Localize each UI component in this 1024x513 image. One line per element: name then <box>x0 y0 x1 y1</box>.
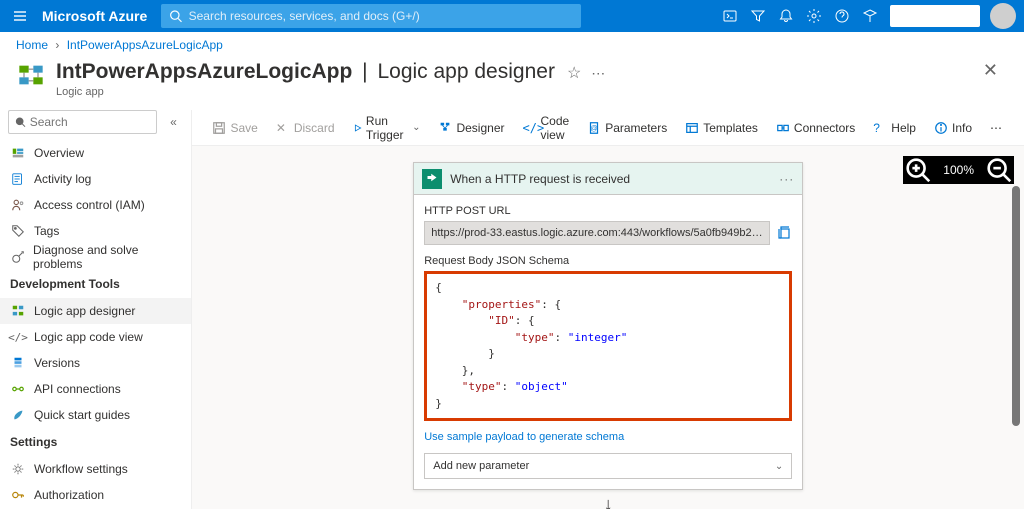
favorite-star-icon[interactable]: ☆ <box>567 63 581 83</box>
directory-field[interactable] <box>890 5 980 27</box>
directory-filter-icon[interactable] <box>744 0 772 32</box>
zoom-out-button[interactable] <box>984 156 1014 184</box>
trigger-node[interactable]: When a HTTP request is received ··· HTTP… <box>413 162 803 490</box>
sidebar-search-input[interactable] <box>30 115 151 129</box>
sidebar-section-settings: Settings <box>0 428 191 456</box>
flow-arrow-icon: ↓ <box>413 490 803 509</box>
copy-url-button[interactable] <box>776 224 792 243</box>
sidebar-item-tags[interactable]: Tags <box>0 218 191 244</box>
page-subtitle: Logic app designer <box>377 60 554 84</box>
info-button[interactable]: Info <box>926 110 980 146</box>
parameters-button[interactable]: @Parameters <box>579 110 675 146</box>
sidebar-item-api-connections[interactable]: API connections <box>0 376 191 402</box>
resource-type: Logic app <box>56 86 606 98</box>
sidebar-item-designer[interactable]: Logic app designer <box>0 298 191 324</box>
user-avatar[interactable] <box>990 3 1016 29</box>
url-label: HTTP POST URL <box>424 205 792 217</box>
sidebar-item-authorization[interactable]: Authorization <box>0 482 191 508</box>
search-icon <box>169 9 182 23</box>
global-search-input[interactable] <box>189 9 574 23</box>
zoom-control: 100% <box>903 156 1014 184</box>
http-post-url: https://prod-33.eastus.logic.azure.com:4… <box>424 221 770 245</box>
global-search[interactable] <box>161 4 581 28</box>
breadcrumb-current[interactable]: IntPowerAppsAzureLogicApp <box>67 38 223 52</box>
node-title: When a HTTP request is received <box>450 172 779 186</box>
zoom-value: 100% <box>933 163 984 177</box>
toolbar-more-icon[interactable]: ⋯ <box>982 110 1012 146</box>
breadcrumb-home[interactable]: Home <box>16 38 48 52</box>
sidebar-item-overview[interactable]: Overview <box>0 140 191 166</box>
page-title: IntPowerAppsAzureLogicApp <box>56 60 352 84</box>
brand-label: Microsoft Azure <box>36 8 161 24</box>
save-button[interactable]: Save <box>204 110 265 146</box>
collapse-sidebar-icon[interactable]: « <box>163 115 183 129</box>
chevron-down-icon: ⌄ <box>412 122 420 133</box>
notifications-icon[interactable] <box>772 0 800 32</box>
sidebar-item-access-control[interactable]: Access control (IAM) <box>0 192 191 218</box>
connectors-button[interactable]: Connectors <box>768 110 863 146</box>
designer-button[interactable]: Designer <box>430 110 512 146</box>
discard-button[interactable]: ✕Discard <box>268 110 343 146</box>
schema-editor[interactable]: { "properties": { "ID": { "type": "integ… <box>424 271 792 421</box>
node-more-icon[interactable]: ··· <box>779 172 794 186</box>
run-trigger-button[interactable]: Run Trigger⌄ <box>345 110 429 146</box>
chevron-down-icon: ⌄ <box>775 461 783 472</box>
resource-more-icon[interactable]: ⋯ <box>591 65 606 82</box>
sidebar-item-diagnose[interactable]: Diagnose and solve problems <box>0 244 191 270</box>
search-icon <box>15 116 26 128</box>
templates-button[interactable]: Templates <box>677 110 766 146</box>
schema-label: Request Body JSON Schema <box>424 255 792 267</box>
add-parameter-dropdown[interactable]: Add new parameter ⌄ <box>424 453 792 479</box>
sidebar-item-activity-log[interactable]: Activity log <box>0 166 191 192</box>
sidebar-item-quickstart[interactable]: Quick start guides <box>0 402 191 428</box>
sidebar-item-code-view[interactable]: </>Logic app code view <box>0 324 191 350</box>
help-icon[interactable] <box>828 0 856 32</box>
svg-text:@: @ <box>591 125 598 132</box>
breadcrumb: Home › IntPowerAppsAzureLogicApp <box>0 32 1024 58</box>
hamburger-menu[interactable] <box>4 0 36 32</box>
sidebar-section-dev: Development Tools <box>0 270 191 298</box>
help-button[interactable]: ?Help <box>865 110 924 146</box>
sidebar-item-versions[interactable]: Versions <box>0 350 191 376</box>
code-view-button[interactable]: </>Code view <box>515 110 578 146</box>
settings-icon[interactable] <box>800 0 828 32</box>
feedback-icon[interactable] <box>856 0 884 32</box>
sidebar-item-access-keys[interactable]: Access keys <box>0 508 191 509</box>
sidebar-search[interactable] <box>8 110 157 134</box>
resource-icon <box>16 60 46 90</box>
zoom-in-button[interactable] <box>903 156 933 184</box>
cloud-shell-icon[interactable] <box>716 0 744 32</box>
canvas-scrollbar[interactable] <box>1012 186 1020 505</box>
close-blade-icon[interactable]: ✕ <box>983 60 1008 81</box>
use-sample-payload-link[interactable]: Use sample payload to generate schema <box>424 431 792 443</box>
http-request-icon <box>422 169 442 189</box>
sidebar-item-workflow-settings[interactable]: Workflow settings <box>0 456 191 482</box>
